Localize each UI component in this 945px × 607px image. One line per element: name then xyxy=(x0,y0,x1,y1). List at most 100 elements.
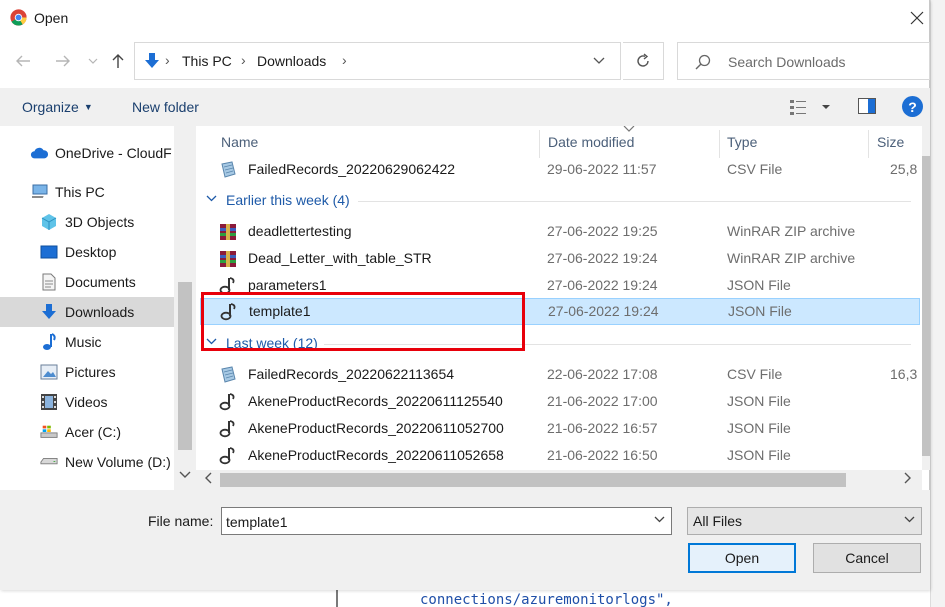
file-date: 21-06-2022 16:50 xyxy=(547,447,658,463)
scrollbar-thumb[interactable] xyxy=(178,282,192,450)
column-divider[interactable] xyxy=(539,130,540,158)
file-row[interactable]: FailedRecords_20220629062422 29-06-2022 … xyxy=(200,156,920,183)
file-name-combobox[interactable] xyxy=(221,507,672,535)
file-type-dropdown-button[interactable] xyxy=(904,514,915,526)
refresh-button[interactable] xyxy=(623,42,664,80)
file-type: WinRAR ZIP archive xyxy=(727,250,856,266)
file-name: Dead_Letter_with_table_STR xyxy=(248,250,432,266)
group-header-last-week[interactable]: Last week (12) xyxy=(206,333,911,355)
open-file-dialog: Open › This PC › Downloads › Search Down… xyxy=(0,0,930,590)
scroll-left-icon[interactable] xyxy=(204,472,212,487)
drive-icon xyxy=(40,423,58,441)
nav-item-3d-objects[interactable]: 3D Objects xyxy=(0,207,174,237)
nav-item-this-pc[interactable]: This PC xyxy=(0,177,174,207)
refresh-icon xyxy=(637,53,649,67)
column-header-name[interactable]: Name xyxy=(221,134,258,150)
file-date: 27-06-2022 19:24 xyxy=(547,250,658,266)
group-header-earlier-this-week[interactable]: Earlier this week (4) xyxy=(206,190,911,212)
column-divider[interactable] xyxy=(719,130,720,158)
nav-item-label: Acer (C:) xyxy=(65,424,121,440)
help-button[interactable]: ? xyxy=(902,96,923,117)
breadcrumb-downloads[interactable]: Downloads xyxy=(257,53,326,69)
file-row[interactable]: AkeneProductRecords_20220611125540 21-06… xyxy=(200,388,920,415)
nav-item-acer-c[interactable]: Acer (C:) xyxy=(0,417,174,447)
search-box[interactable] xyxy=(677,42,930,80)
nav-item-documents[interactable]: Documents xyxy=(0,267,174,297)
json-icon xyxy=(219,277,235,295)
recent-locations-button[interactable] xyxy=(86,50,100,72)
forward-button[interactable] xyxy=(52,50,74,72)
file-name-dropdown-button[interactable] xyxy=(654,514,665,526)
json-icon xyxy=(219,393,235,411)
column-divider[interactable] xyxy=(868,130,869,158)
up-button[interactable] xyxy=(108,50,128,72)
nav-item-desktop[interactable]: Desktop xyxy=(0,237,174,267)
json-icon xyxy=(220,303,236,321)
file-name-input[interactable] xyxy=(226,512,646,532)
file-date: 27-06-2022 19:24 xyxy=(547,277,658,293)
file-type: JSON File xyxy=(728,303,792,319)
organize-button[interactable]: Organize ▼ xyxy=(22,99,93,115)
nav-item-pictures[interactable]: Pictures xyxy=(0,357,174,387)
organize-label: Organize xyxy=(22,99,79,115)
open-button[interactable]: Open xyxy=(688,543,796,573)
navigation-pane: OneDrive - CloudF This PC 3D Objects Des… xyxy=(0,126,196,490)
nav-item-onedrive[interactable]: OneDrive - CloudF xyxy=(0,138,174,168)
scrollbar-thumb[interactable] xyxy=(922,156,930,456)
breadcrumb-separator-icon: › xyxy=(342,52,347,68)
file-row[interactable]: AkeneProductRecords_20220611052700 21-06… xyxy=(200,415,920,442)
column-header-size[interactable]: Size xyxy=(877,134,904,150)
file-row[interactable]: FailedRecords_20220622113654 22-06-2022 … xyxy=(200,361,920,388)
back-button[interactable] xyxy=(12,50,34,72)
breadcrumb-this-pc[interactable]: This PC xyxy=(182,53,232,69)
cancel-button[interactable]: Cancel xyxy=(813,543,921,573)
file-date: 29-06-2022 11:57 xyxy=(547,161,657,177)
chevron-down-icon xyxy=(904,516,915,523)
scrollbar-thumb[interactable] xyxy=(220,473,846,487)
arrow-right-icon xyxy=(56,55,70,67)
scroll-right-icon[interactable] xyxy=(904,472,912,487)
nav-item-videos[interactable]: Videos xyxy=(0,387,174,417)
search-input[interactable] xyxy=(728,51,918,73)
nav-item-downloads[interactable]: Downloads xyxy=(0,297,174,327)
file-row[interactable]: parameters1 27-06-2022 19:24 JSON File xyxy=(200,272,920,299)
json-icon xyxy=(219,420,235,438)
file-row-selected[interactable]: template1 27-06-2022 19:24 JSON File xyxy=(200,298,920,325)
computer-icon xyxy=(32,183,50,201)
navigation-pane-scrollbar[interactable] xyxy=(174,126,196,490)
file-name: template1 xyxy=(249,303,311,319)
file-date: 21-06-2022 16:57 xyxy=(547,420,658,436)
command-toolbar: Organize ▼ New folder ? xyxy=(0,88,930,126)
downloads-location-icon xyxy=(145,53,159,68)
column-header-type[interactable]: Type xyxy=(727,134,757,150)
new-folder-button[interactable]: New folder xyxy=(132,99,199,115)
file-list-vertical-scrollbar[interactable] xyxy=(922,126,930,470)
file-type-select[interactable]: All Files xyxy=(687,507,922,535)
address-bar[interactable]: › This PC › Downloads › xyxy=(134,42,621,80)
editor-scroll-strip xyxy=(930,0,945,607)
change-view-icon[interactable] xyxy=(790,98,830,116)
file-name: FailedRecords_20220622113654 xyxy=(248,366,455,382)
winrar-icon xyxy=(220,251,236,267)
address-dropdown-button[interactable] xyxy=(593,53,605,67)
close-button[interactable] xyxy=(905,6,929,30)
column-header-date-modified[interactable]: Date modified xyxy=(548,134,634,150)
download-arrow-icon xyxy=(40,303,58,321)
nav-item-label: This PC xyxy=(55,184,105,200)
file-name: FailedRecords_20220629062422 xyxy=(248,161,456,177)
file-type: JSON File xyxy=(727,277,791,293)
file-row[interactable]: deadlettertesting 27-06-2022 19:25 WinRA… xyxy=(200,218,920,245)
cube-icon xyxy=(40,213,58,231)
title-bar: Open xyxy=(0,0,930,36)
file-size: 16,3 xyxy=(890,366,918,382)
file-list-horizontal-scrollbar[interactable] xyxy=(196,470,922,490)
file-row[interactable]: AkeneProductRecords_20220611052658 21-06… xyxy=(200,442,920,469)
preview-pane-icon[interactable] xyxy=(858,98,876,114)
scroll-down-icon[interactable] xyxy=(179,470,191,482)
nav-item-label: Pictures xyxy=(65,364,116,380)
window-title: Open xyxy=(34,10,69,26)
file-row[interactable]: Dead_Letter_with_table_STR 27-06-2022 19… xyxy=(200,245,920,272)
nav-item-new-volume-d[interactable]: New Volume (D:) xyxy=(0,447,174,477)
nav-item-music[interactable]: Music xyxy=(0,327,174,357)
file-date: 21-06-2022 17:00 xyxy=(547,393,658,409)
